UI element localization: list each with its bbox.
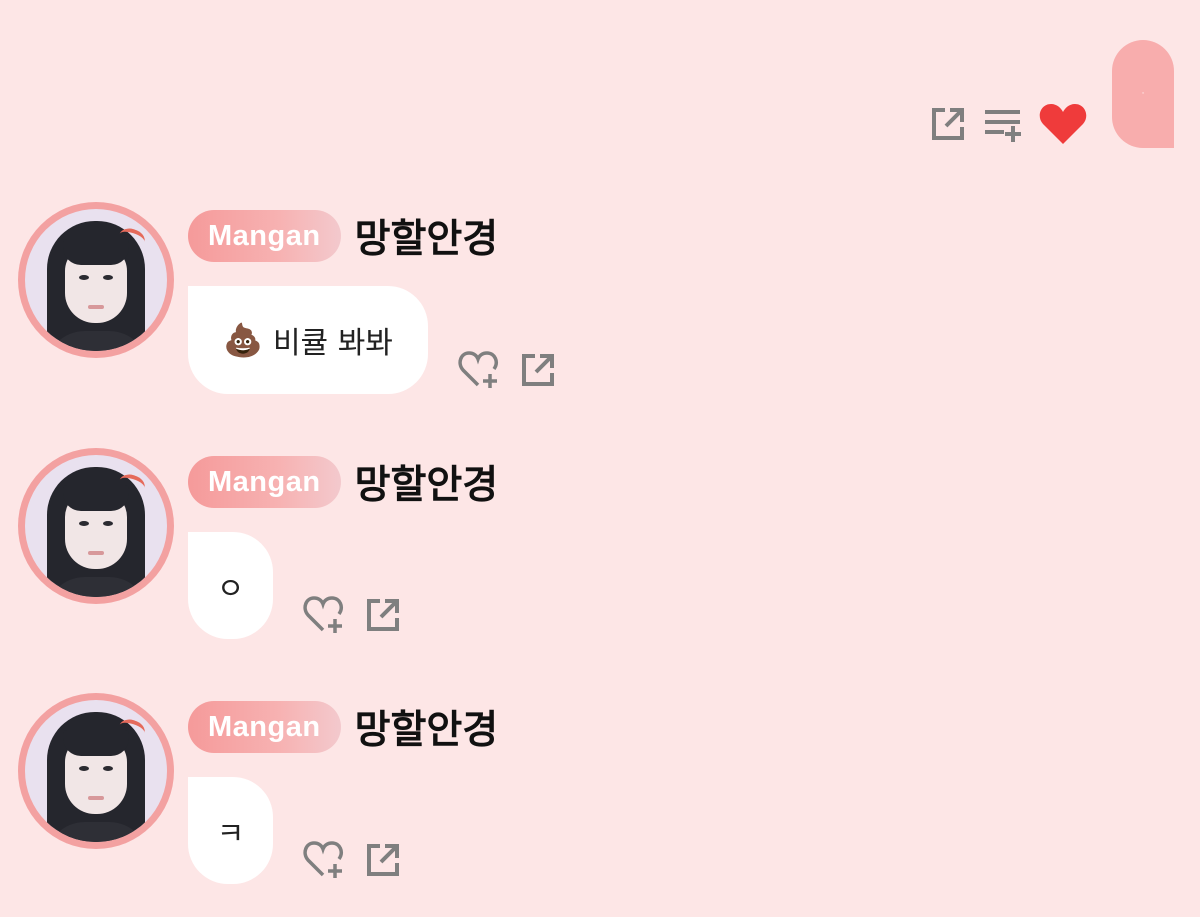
username[interactable]: 망할안경 (355, 208, 499, 264)
sender-header: Mangan 망할안경 (188, 454, 498, 510)
share-icon[interactable] (928, 104, 968, 144)
avatar[interactable] (18, 202, 174, 358)
avatar-photo (25, 700, 167, 842)
poop-emoji: 💩 (223, 321, 263, 359)
message-content-row: ㅇ (188, 532, 403, 639)
level-badge: Mangan (188, 456, 341, 508)
avatar[interactable] (18, 448, 174, 604)
heart-add-icon[interactable] (303, 840, 345, 880)
share-icon[interactable] (363, 840, 403, 880)
username[interactable]: 망할안경 (355, 454, 499, 510)
sender-header: Mangan 망할안경 (188, 699, 498, 755)
heart-filled-icon[interactable] (1038, 102, 1088, 146)
username[interactable]: 망할안경 (355, 699, 499, 755)
avatar-photo (25, 209, 167, 351)
heart-add-icon[interactable] (303, 595, 345, 635)
level-badge: Mangan (188, 701, 341, 753)
message-content-row: ㅋ (188, 777, 403, 884)
my-message-text: · (1141, 89, 1145, 99)
message-bubble[interactable]: 💩 비큘 봐봐 (188, 286, 428, 394)
message-text: ㅋ (216, 816, 245, 852)
my-message-bubble: · (1112, 40, 1174, 148)
message-text: 비큘 봐봐 (272, 326, 393, 361)
message-actions (303, 840, 403, 880)
message-actions (303, 595, 403, 635)
avatar[interactable] (18, 693, 174, 849)
message-bubble[interactable]: ㅋ (188, 777, 273, 884)
sender-header: Mangan 망할안경 (188, 208, 498, 264)
chat-message: Mangan 망할안경 💩 비큘 봐봐 (18, 202, 718, 402)
chat-message: Mangan 망할안경 ㅇ (18, 448, 718, 648)
message-text: ㅇ (216, 571, 245, 607)
share-icon[interactable] (518, 350, 558, 390)
message-content-row: 💩 비큘 봐봐 (188, 286, 558, 394)
my-message-row: · (928, 40, 1174, 148)
message-actions (458, 350, 558, 390)
share-icon[interactable] (363, 595, 403, 635)
avatar-photo (25, 455, 167, 597)
level-badge: Mangan (188, 210, 341, 262)
message-bubble[interactable]: ㅇ (188, 532, 273, 639)
add-to-playlist-icon[interactable] (982, 104, 1024, 144)
my-message-actions (928, 102, 1088, 146)
heart-add-icon[interactable] (458, 350, 500, 390)
chat-message: Mangan 망할안경 ㅋ (18, 693, 718, 893)
